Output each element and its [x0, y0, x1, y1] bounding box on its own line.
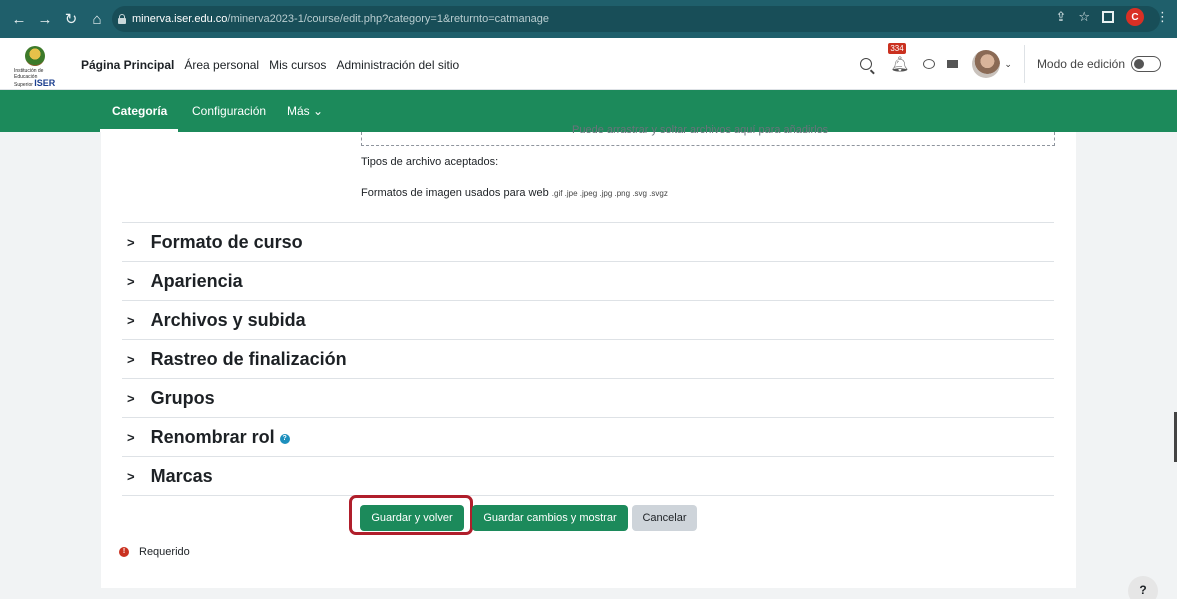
chevron-down-icon[interactable]: ⌄ [1004, 59, 1012, 70]
save-and-return-button[interactable]: Guardar y volver [360, 505, 464, 531]
logo-emblem-icon [25, 46, 45, 66]
site-logo[interactable]: Institución de Educación Superior ISER [14, 46, 56, 88]
chevron-right-icon: > [127, 352, 135, 367]
divider [122, 339, 1054, 340]
messages-icon[interactable] [923, 59, 936, 69]
accepted-formats: Formatos de imagen usados para web .gif … [361, 187, 668, 199]
url-path: /minerva2023-1/course/edit.php?category=… [227, 13, 550, 25]
file-dropzone[interactable]: Puede arrastrar y soltar archivos aquí p… [361, 124, 1055, 146]
section-course-format[interactable]: > Formato de curso [127, 232, 303, 253]
edit-mode-toggle[interactable] [1131, 56, 1161, 72]
required-label: Requerido [139, 546, 190, 558]
search-icon[interactable] [860, 58, 873, 70]
help-button[interactable]: ? [1128, 576, 1158, 599]
section-title: Archivos y subida [150, 310, 306, 330]
section-files-uploads[interactable]: > Archivos y subida [127, 310, 306, 331]
chevron-right-icon: > [127, 235, 135, 250]
section-appearance[interactable]: > Apariencia [127, 271, 243, 292]
section-tags[interactable]: > Marcas [127, 466, 213, 487]
section-completion-tracking[interactable]: > Rastreo de finalización [127, 349, 347, 370]
home-icon[interactable]: ⌂ [86, 11, 108, 28]
divider [122, 222, 1054, 223]
forward-icon[interactable]: → [34, 11, 56, 28]
site-header: Institución de Educación Superior ISER P… [0, 38, 1177, 90]
share-icon[interactable]: ⇪ [1055, 9, 1066, 25]
nav-dashboard[interactable]: Área personal [184, 58, 259, 72]
lock-icon [118, 14, 126, 24]
divider [122, 261, 1054, 262]
accepted-formats-label: Formatos de imagen usados para web [361, 187, 549, 199]
url-text: minerva.iser.edu.co/minerva2023-1/course… [132, 13, 549, 25]
chevron-right-icon: > [127, 469, 135, 484]
section-title: Marcas [150, 466, 213, 486]
section-title: Renombrar rol [150, 427, 275, 447]
chevron-right-icon: > [127, 274, 135, 289]
header-actions: 🔔︎ 334 ⌄ Modo de edición [860, 38, 1177, 90]
save-and-display-button[interactable]: Guardar cambios y mostrar [472, 505, 628, 531]
help-icon[interactable]: ? [279, 434, 290, 444]
divider [122, 495, 1054, 496]
accepted-formats-extensions: .gif .jpe .jpeg .jpg .png .svg .svgz [551, 189, 668, 198]
section-title: Apariencia [150, 271, 243, 291]
logo-brand: ISER [34, 78, 56, 88]
bell-icon: 🔔︎ [890, 56, 910, 73]
required-legend: ! Requerido [119, 546, 190, 558]
url-domain: minerva.iser.edu.co [132, 13, 228, 25]
logo-text: Institución de Educación Superior ISER [14, 68, 56, 88]
divider [122, 378, 1054, 379]
section-title: Grupos [150, 388, 215, 408]
tab-category[interactable]: Categoría [112, 104, 167, 118]
browser-menu-icon[interactable]: ⋮ [1156, 9, 1169, 25]
chevron-right-icon: > [127, 391, 135, 406]
divider [122, 456, 1054, 457]
nav-home[interactable]: Página Principal [81, 58, 174, 72]
nav-site-admin[interactable]: Administración del sitio [336, 58, 459, 72]
divider [122, 417, 1054, 418]
section-role-renaming[interactable]: > Renombrar rol ? [127, 427, 290, 448]
bookmark-star-icon[interactable]: ☆ [1078, 9, 1090, 25]
mail-icon[interactable] [947, 60, 959, 68]
section-groups[interactable]: > Grupos [127, 388, 215, 409]
profile-avatar[interactable]: C [1126, 8, 1144, 26]
tab-more[interactable]: Más ⌄ [287, 104, 323, 118]
accepted-types-label: Tipos de archivo aceptados: [361, 156, 499, 168]
user-avatar[interactable] [972, 50, 1001, 78]
chevron-right-icon: > [127, 430, 135, 445]
browser-actions: ⇪ ☆ C ⋮ [1055, 8, 1169, 26]
section-title: Formato de curso [150, 232, 303, 252]
divider [122, 300, 1054, 301]
notifications-button[interactable]: 🔔︎ 334 [888, 43, 910, 73]
side-panel-icon[interactable] [1102, 11, 1114, 23]
section-title: Rastreo de finalización [150, 349, 347, 369]
chevron-right-icon: > [127, 313, 135, 328]
notification-count-badge: 334 [888, 43, 906, 54]
tab-settings[interactable]: Configuración [192, 104, 266, 118]
address-bar[interactable]: minerva.iser.edu.co/minerva2023-1/course… [112, 6, 1160, 32]
course-edit-form: Puede arrastrar y soltar archivos aquí p… [101, 124, 1076, 588]
divider [1023, 45, 1025, 83]
edit-mode-label: Modo de edición [1036, 57, 1125, 71]
back-icon[interactable]: ← [8, 11, 30, 28]
dropzone-hint: Puede arrastrar y soltar archivos aquí p… [572, 124, 829, 136]
nav-my-courses[interactable]: Mis cursos [269, 58, 326, 72]
primary-navigation: Página Principal Área personal Mis curso… [81, 58, 459, 72]
reload-icon[interactable]: ↻ [60, 10, 82, 28]
cancel-button[interactable]: Cancelar [632, 505, 697, 531]
browser-toolbar: ← → ↻ ⌂ minerva.iser.edu.co/minerva2023-… [0, 0, 1177, 38]
required-icon: ! [119, 547, 129, 557]
